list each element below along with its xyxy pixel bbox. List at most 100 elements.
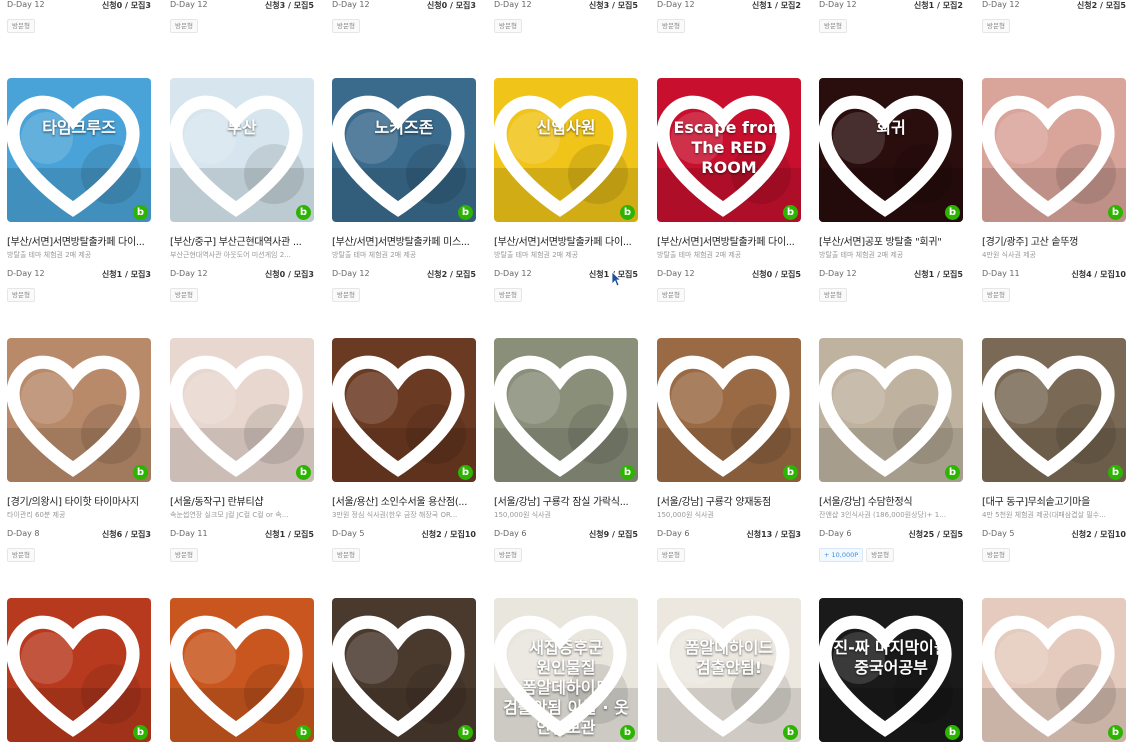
apply-count: 신청3 / 모집5 [588, 1, 638, 10]
campaign-thumbnail[interactable]: 부산 b [170, 78, 314, 222]
campaign-thumbnail[interactable]: Escape from The RED ROOM b [657, 78, 801, 222]
dday-label: D-Day 8 [7, 529, 40, 538]
dday-label: D-Day 6 [819, 529, 852, 538]
campaign-thumbnail[interactable]: 폼알데하이드 검출안됨! b [657, 598, 801, 742]
campaign-title[interactable]: [대구 동구]무쇠솥고기마을 [982, 493, 1126, 508]
visit-type-tag: 방문형 [657, 288, 685, 302]
campaign-thumbnail[interactable]: b [982, 338, 1126, 482]
blog-badge-icon: b [1108, 205, 1123, 220]
apply-count: 신청1 / 모집2 [751, 1, 801, 10]
visit-type-tag: 방문형 [332, 548, 360, 562]
visit-type-tag: 방문형 [819, 19, 847, 33]
campaign-title[interactable]: [부산/중구] 부산근현대역사관 ... [170, 233, 314, 248]
campaign-thumbnail[interactable]: b [982, 78, 1126, 222]
tag-list: 방문형 [494, 19, 525, 33]
heart-icon[interactable] [982, 603, 1120, 742]
campaign-title[interactable]: [경기/의왕시] 타이핫 타이마사지 [7, 493, 151, 508]
heart-icon[interactable] [819, 603, 957, 742]
campaign-thumbnail[interactable]: b [982, 598, 1126, 742]
heart-icon[interactable] [982, 343, 1120, 482]
campaign-reward: 부산근현대역사관 아웃도어 미션게임 2... [170, 251, 291, 259]
campaign-thumbnail[interactable]: b [332, 338, 476, 482]
campaign-reward: 4만원 식사권 제공 [982, 251, 1036, 259]
campaign-thumbnail[interactable]: b [494, 338, 638, 482]
dday-label: D-Day 12 [494, 269, 532, 278]
heart-icon[interactable] [657, 343, 795, 482]
heart-icon[interactable] [7, 83, 145, 222]
apply-count: 신청2 / 모집5 [426, 270, 476, 279]
visit-type-tag: 방문형 [170, 548, 198, 562]
tag-list: 방문형 [7, 19, 38, 33]
campaign-thumbnail[interactable]: 노키즈존 b [332, 78, 476, 222]
campaign-thumbnail[interactable]: b [7, 598, 151, 742]
visit-type-tag: 방문형 [170, 288, 198, 302]
blog-badge-icon: b [1108, 725, 1123, 740]
heart-icon[interactable] [494, 343, 632, 482]
campaign-title[interactable]: [서울/강남] 구룡각 양재동점 [657, 493, 801, 508]
dday-label: D-Day 5 [982, 529, 1015, 538]
heart-icon[interactable] [7, 603, 145, 742]
campaign-thumbnail[interactable]: b [170, 598, 314, 742]
heart-icon[interactable] [819, 343, 957, 482]
campaign-title[interactable]: [부산/서면]서면방탈출카페 다이... [494, 233, 638, 248]
dday-label: D-Day 12 [657, 0, 695, 9]
campaign-title[interactable]: [부산/서면]서면방탈출카페 미스... [332, 233, 476, 248]
apply-count: 신청9 / 모집5 [588, 530, 638, 539]
visit-type-tag: 방문형 [7, 548, 35, 562]
apply-count: 신청1 / 모집5 [264, 530, 314, 539]
blog-badge-icon: b [620, 465, 635, 480]
apply-count: 신청3 / 모집5 [264, 1, 314, 10]
tag-list: 방문형 [332, 288, 363, 302]
heart-icon[interactable] [170, 343, 308, 482]
heart-icon[interactable] [494, 83, 632, 222]
heart-icon[interactable] [332, 83, 470, 222]
campaign-thumbnail[interactable]: b [170, 338, 314, 482]
campaign-title[interactable]: [부산/서면]서면방탈출카페 다이... [7, 233, 151, 248]
apply-count: 신청2 / 모집10 [1071, 530, 1126, 539]
heart-icon[interactable] [332, 603, 470, 742]
campaign-thumbnail[interactable]: b [819, 338, 963, 482]
tag-list: 방문형 [494, 288, 525, 302]
heart-icon[interactable] [170, 83, 308, 222]
blog-badge-icon: b [458, 725, 473, 740]
dday-label: D-Day 12 [819, 269, 857, 278]
tag-list: 방문형 [982, 19, 1013, 33]
campaign-title[interactable]: [서울/동작구] 란뷰티샵 [170, 493, 314, 508]
heart-icon[interactable] [170, 603, 308, 742]
blog-badge-icon: b [945, 205, 960, 220]
campaign-thumbnail[interactable]: 회귀 b [819, 78, 963, 222]
visit-type-tag: 방문형 [7, 288, 35, 302]
campaign-title[interactable]: [경기/광주] 고산 솥뚜껑 [982, 233, 1126, 248]
campaign-title[interactable]: [서울/용산] 소인수서울 용산점(... [332, 493, 476, 508]
dday-label: D-Day 11 [982, 269, 1020, 278]
dday-label: D-Day 12 [982, 0, 1020, 9]
visit-type-tag: 방문형 [7, 19, 35, 33]
visit-type-tag: 방문형 [170, 19, 198, 33]
heart-icon[interactable] [657, 603, 795, 742]
campaign-title[interactable]: [부산/서면]서면방탈출카페 다이... [657, 233, 801, 248]
campaign-thumbnail[interactable]: 진-짜 마지막이될 중국어공부 b [819, 598, 963, 742]
campaign-thumbnail[interactable]: 타임크루즈 b [7, 78, 151, 222]
blog-badge-icon: b [620, 725, 635, 740]
campaign-title[interactable]: [부산/서면]공포 방탈출 "회귀" [819, 233, 963, 248]
campaign-reward: 150,000원 식사권 [657, 511, 714, 519]
apply-count: 신청13 / 모집3 [746, 530, 801, 539]
heart-icon[interactable] [819, 83, 957, 222]
campaign-title[interactable]: [서울/강남] 수담한정식 [819, 493, 963, 508]
tag-list: 방문형 [982, 288, 1013, 302]
campaign-thumbnail[interactable]: b [657, 338, 801, 482]
dday-label: D-Day 11 [170, 529, 208, 538]
heart-icon[interactable] [982, 83, 1120, 222]
dday-label: D-Day 5 [332, 529, 365, 538]
campaign-thumbnail[interactable]: 새집증후군 원인물질 폼알데하이드 검출안됨 이불 · 옷 안심보관 b [494, 598, 638, 742]
heart-icon[interactable] [332, 343, 470, 482]
campaign-thumbnail[interactable]: b [7, 338, 151, 482]
apply-count: 신청2 / 모집5 [1076, 1, 1126, 10]
campaign-thumbnail[interactable]: 신입사원 b [494, 78, 638, 222]
heart-icon[interactable] [494, 603, 632, 742]
campaign-title[interactable]: [서울/강남] 구룡각 잠실 가락식... [494, 493, 638, 508]
heart-icon[interactable] [657, 83, 795, 222]
campaign-thumbnail[interactable]: b [332, 598, 476, 742]
heart-icon[interactable] [7, 343, 145, 482]
blog-badge-icon: b [296, 725, 311, 740]
